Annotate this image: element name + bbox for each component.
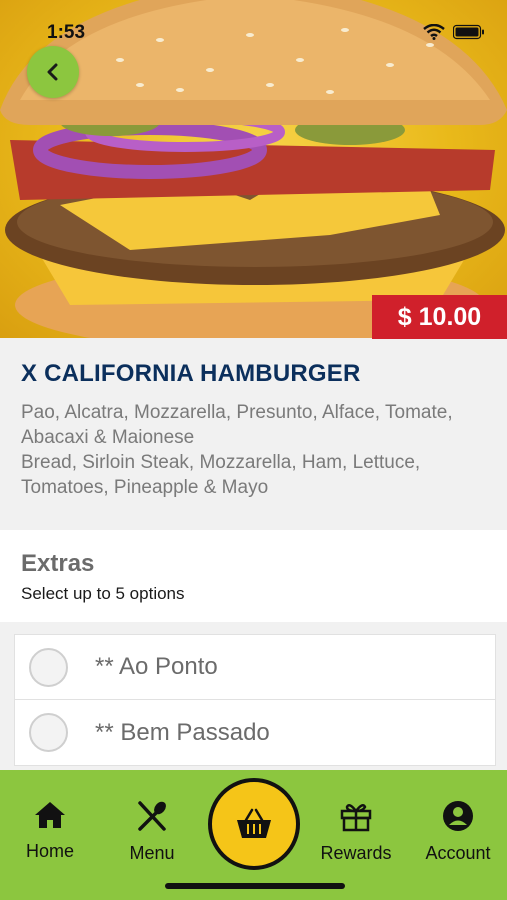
account-icon — [443, 801, 473, 831]
description-portuguese: Pao, Alcatra, Mozzarella, Presunto, Alfa… — [21, 402, 453, 448]
extra-option-bem-passado[interactable]: ** Bem Passado — [14, 700, 496, 766]
status-icons — [423, 24, 485, 40]
product-image — [0, 0, 507, 338]
extras-header: Extras Select up to 5 options — [0, 530, 507, 622]
tab-menu[interactable]: Menu — [107, 800, 197, 864]
wifi-icon — [423, 24, 445, 40]
tab-rewards[interactable]: Rewards — [311, 800, 401, 864]
burger-illustration — [0, 0, 507, 338]
tab-home[interactable]: Home — [5, 800, 95, 862]
utensils-icon — [138, 801, 166, 831]
status-bar: 1:53 — [0, 18, 507, 48]
extras-options-list: ** Ao Ponto ** Bem Passado — [14, 634, 496, 766]
chevron-left-icon — [47, 63, 58, 81]
tab-account[interactable]: Account — [413, 800, 503, 864]
radio-button[interactable] — [29, 647, 68, 687]
product-title: X CALIFORNIA HAMBURGER — [21, 360, 361, 387]
gift-icon — [340, 803, 372, 832]
extra-option-ao-ponto[interactable]: ** Ao Ponto — [14, 634, 496, 700]
tab-label: Account — [425, 843, 491, 863]
basket-icon — [237, 808, 271, 838]
product-description: Pao, Alcatra, Mozzarella, Presunto, Alfa… — [21, 400, 486, 500]
price-tag: $ 10.00 — [372, 295, 507, 339]
product-info: X CALIFORNIA HAMBURGER Pao, Alcatra, Moz… — [0, 338, 507, 528]
home-icon — [35, 802, 65, 828]
tab-label: Rewards — [320, 843, 392, 863]
status-time: 1:53 — [47, 22, 86, 43]
extras-subtitle: Select up to 5 options — [21, 584, 185, 603]
home-indicator — [165, 883, 345, 889]
description-english: Bread, Sirloin Steak, Mozzarella, Ham, L… — [21, 452, 421, 498]
battery-icon — [453, 24, 484, 40]
extras-title: Extras — [21, 550, 95, 577]
tab-label: Home — [25, 841, 74, 861]
option-label: ** Bem Passado — [95, 718, 270, 746]
back-button[interactable] — [27, 46, 79, 98]
radio-button[interactable] — [29, 713, 68, 752]
tab-label: Menu — [129, 843, 175, 863]
cart-button[interactable] — [208, 778, 300, 870]
option-label: ** Ao Ponto — [95, 653, 218, 680]
